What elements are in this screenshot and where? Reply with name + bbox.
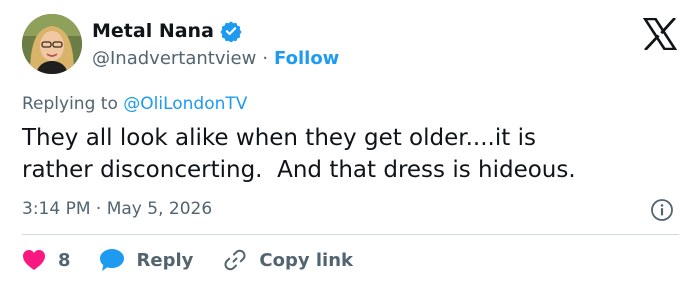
author-handle[interactable]: @Inadvertantview xyxy=(92,48,256,69)
author-name-row: Metal Nana xyxy=(92,20,242,43)
verified-badge-icon xyxy=(220,20,242,43)
author-handle-row: @Inadvertantview · Follow xyxy=(92,48,339,69)
x-logo-icon[interactable] xyxy=(642,17,678,51)
divider xyxy=(22,234,679,235)
author-display-name[interactable]: Metal Nana xyxy=(92,20,214,42)
tweet-text: They all look alike when they get older.… xyxy=(22,125,576,183)
reply-label: Reply xyxy=(136,249,194,271)
tweet-timestamp[interactable]: 3:14 PM · May 5, 2026 xyxy=(22,199,212,219)
heart-icon xyxy=(22,249,46,271)
follow-button[interactable]: Follow xyxy=(274,48,339,69)
info-icon[interactable] xyxy=(650,198,674,222)
reply-button[interactable]: Reply xyxy=(99,248,194,272)
avatar[interactable] xyxy=(22,14,82,74)
link-icon xyxy=(223,248,247,272)
replying-prefix: Replying to xyxy=(22,94,118,114)
replying-to-line: Replying to @OliLondonTV xyxy=(22,94,247,114)
separator-dot: · xyxy=(262,48,269,69)
copy-link-label: Copy link xyxy=(259,249,353,271)
action-bar: 8 Reply Copy link xyxy=(22,246,353,274)
like-button[interactable]: 8 xyxy=(22,249,71,271)
copy-link-button[interactable]: Copy link xyxy=(223,248,353,272)
replying-to-mention[interactable]: @OliLondonTV xyxy=(123,94,247,114)
like-count: 8 xyxy=(58,249,71,271)
speech-bubble-icon xyxy=(99,248,125,272)
